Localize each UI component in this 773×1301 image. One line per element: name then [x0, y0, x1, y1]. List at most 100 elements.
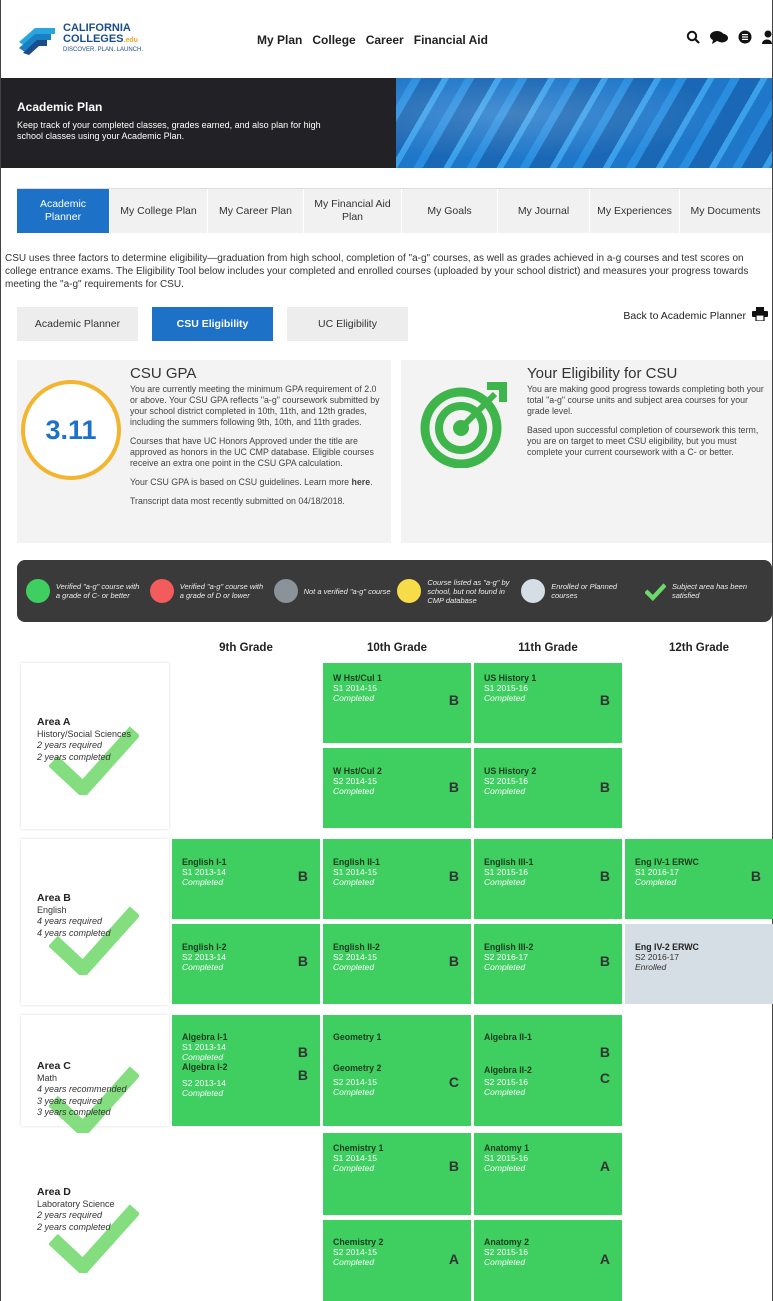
nav-college[interactable]: College [312, 33, 355, 47]
course-card[interactable]: Anatomy 1 S1 2015-16 Completed A [474, 1133, 622, 1215]
back-to-planner-link[interactable]: Back to Academic Planner [623, 307, 768, 324]
legend: Verified "a-g" course with a grade of C-… [17, 560, 772, 622]
course-grade: B [448, 779, 459, 795]
course-card[interactable]: Anatomy 2 S2 2015-16 Completed A [474, 1220, 622, 1301]
course-status: Completed [635, 877, 677, 887]
area-progress: 4 years completed [37, 927, 111, 938]
course-card[interactable]: English II-1 S1 2014-15 Completed B [323, 839, 471, 919]
tab-academic-planner[interactable]: Academic Planner [17, 189, 110, 233]
tab-my-career-plan[interactable]: My Career Plan [208, 189, 304, 233]
course-status: Completed [333, 786, 375, 796]
tab-my-college-plan[interactable]: My College Plan [110, 189, 208, 233]
course-card[interactable]: Chemistry 1 S1 2014-15 Completed B [323, 1133, 471, 1215]
gpa-paragraph-3: Your CSU GPA is based on CSU guidelines.… [130, 477, 352, 487]
legend-label: Subject area has been satisfied [671, 582, 747, 600]
area-subject: Math [37, 1072, 58, 1083]
course-term: S1 2014-15 [333, 1153, 377, 1163]
course-status: Completed [484, 1257, 526, 1267]
tab-my-documents[interactable]: My Documents [680, 189, 772, 233]
search-icon[interactable] [686, 30, 700, 49]
course-grade: B [448, 692, 459, 708]
course-name: English II-1 [333, 857, 380, 867]
course-card[interactable]: English I-2 S2 2013-14 Completed B [172, 924, 320, 1004]
tab-my-experiences[interactable]: My Experiences [590, 189, 680, 233]
course-card[interactable]: Algebra II-1 B Algebra II-2 S2 2015-16 C… [474, 1015, 622, 1126]
course-card[interactable]: English II-2 S2 2014-15 Completed B [323, 924, 471, 1004]
area-name: Area D [37, 1186, 71, 1198]
legend-label: Verified "a-g" course with a grade of D … [179, 582, 264, 600]
course-name: Anatomy 1 [484, 1143, 529, 1153]
course-term: S1 2015-16 [484, 867, 528, 877]
tab-my-goals[interactable]: My Goals [402, 189, 498, 233]
california-colleges-logo[interactable]: CALIFORNIA COLLEGES.edu DISCOVER. PLAN. … [17, 20, 143, 56]
course-term: S1 2013-14 [182, 867, 226, 877]
course-name: W Hst/Cul 2 [333, 766, 382, 776]
area-progress: 2 years completed [37, 751, 111, 762]
list-icon[interactable] [738, 30, 752, 49]
course-card[interactable]: US History 2 S2 2015-16 Completed B [474, 748, 622, 828]
course-name: English I-1 [182, 857, 227, 867]
course-status: Completed [333, 1257, 375, 1267]
nav-career[interactable]: Career [366, 33, 404, 47]
course-card[interactable]: Geometry 1 Geometry 2 S2 2014-15 Complet… [323, 1015, 471, 1126]
subtab-uc-eligibility[interactable]: UC Eligibility [287, 307, 408, 341]
legend-red-dot [149, 579, 174, 603]
nav-my-plan[interactable]: My Plan [257, 33, 302, 47]
legend-green-dot [25, 579, 50, 603]
course-term: S2 2016-17 [484, 952, 528, 962]
course-term: S2 2015-16 [484, 1077, 528, 1087]
grade-11-header: 11th Grade [518, 642, 578, 654]
area-b-card[interactable]: Area B English 4 years required 4 years … [21, 839, 169, 1005]
course-name: US History 2 [484, 766, 537, 776]
area-a-card[interactable]: Area A History/Social Sciences 2 years r… [21, 663, 169, 829]
learn-more-link[interactable]: here [352, 477, 371, 487]
course-card-enrolled[interactable]: Eng IV-2 ERWC S2 2016-17 Enrolled [625, 924, 773, 1004]
legend-light-dot [521, 579, 546, 603]
course-card[interactable]: W Hst/Cul 2 S2 2014-15 Completed B [323, 748, 471, 828]
course-name: English III-2 [484, 942, 534, 952]
course-grade: B [297, 1044, 308, 1060]
course-name: W Hst/Cul 1 [333, 673, 382, 683]
printer-icon[interactable] [752, 307, 768, 324]
course-card[interactable]: Chemistry 2 S2 2014-15 Completed A [323, 1220, 471, 1301]
course-name: Eng IV-1 ERWC [635, 857, 699, 867]
area-requirement: 4 years required [37, 916, 103, 926]
area-requirement: 2 years required [37, 740, 103, 750]
csu-gpa-card: 3.11 CSU GPA You are currently meeting t… [17, 360, 391, 543]
user-icon[interactable] [762, 30, 772, 49]
course-card[interactable]: Eng IV-1 ERWC S1 2016-17 Completed B [625, 839, 773, 919]
area-c-card[interactable]: Area C Math 4 years recommended 3 years … [21, 1015, 169, 1135]
course-card[interactable]: W Hst/Cul 1 S1 2014-15 Completed B [323, 663, 471, 743]
course-status: Completed [182, 1052, 224, 1062]
transcript-date: Transcript data most recently submitted … [130, 496, 345, 506]
course-name: Geometry 2 [333, 1063, 382, 1073]
legend-label: Enrolled or Planned courses [551, 582, 618, 600]
course-term: S2 2014-15 [333, 1247, 377, 1257]
tab-my-financial-aid-plan[interactable]: My Financial Aid Plan [304, 189, 402, 233]
subtab-csu-eligibility[interactable]: CSU Eligibility [152, 307, 273, 341]
course-card[interactable]: Algebra I-1 S1 2013-14 Completed B Algeb… [172, 1015, 320, 1126]
course-term: S2 2014-15 [333, 952, 377, 962]
page-banner: Academic Plan Keep track of your complet… [1, 78, 772, 168]
legend-gray-dot [273, 579, 298, 603]
eligibility-paragraph-1: You are making good progress towards com… [527, 384, 764, 416]
nav-financial-aid[interactable]: Financial Aid [414, 33, 488, 47]
tab-my-journal[interactable]: My Journal [498, 189, 590, 233]
course-grade: B [448, 868, 459, 884]
course-name: Chemistry 2 [333, 1237, 384, 1247]
area-d-card[interactable]: Area D Laboratory Science 2 years requir… [21, 1133, 169, 1301]
area-requirement: 2 years required [37, 1210, 103, 1220]
subtab-academic-planner[interactable]: Academic Planner [17, 307, 138, 341]
chat-icon[interactable] [710, 30, 728, 49]
course-card[interactable]: US History 1 S1 2015-16 Completed B [474, 663, 622, 743]
area-progress: 2 years completed [37, 1221, 111, 1232]
course-card[interactable]: English III-2 S2 2016-17 Completed B [474, 924, 622, 1004]
course-grade: A [599, 1251, 610, 1267]
course-card[interactable]: English I-1 S1 2013-14 Completed B [172, 839, 320, 919]
course-name: English II-2 [333, 942, 380, 952]
course-name: Algebra I-1 [182, 1032, 228, 1042]
area-progress: 3 years completed [37, 1107, 111, 1117]
course-card[interactable]: English III-1 S1 2015-16 Completed B [474, 839, 622, 919]
course-grade: C [599, 1070, 610, 1086]
course-grade: B [599, 953, 610, 969]
